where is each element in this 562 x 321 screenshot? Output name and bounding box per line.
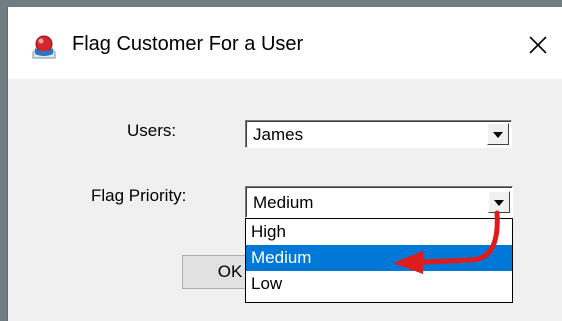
chevron-down-icon: [494, 200, 504, 206]
users-select-value: James: [253, 125, 304, 144]
window-title: Flag Customer For a User: [72, 33, 304, 55]
app-icon: [32, 35, 56, 59]
dropdown-option-low[interactable]: Low: [246, 271, 512, 297]
dropdown-option-medium[interactable]: Medium: [246, 245, 512, 271]
dropdown-option-high[interactable]: High: [246, 219, 512, 245]
close-icon: [529, 36, 547, 54]
users-dropdown-button[interactable]: [487, 123, 509, 145]
flag-priority-select-value: Medium: [253, 193, 314, 212]
chevron-down-icon: [493, 132, 503, 138]
users-select[interactable]: James: [245, 120, 512, 148]
close-button[interactable]: [518, 25, 558, 65]
flag-priority-dropdown-button[interactable]: [488, 191, 510, 213]
flag-priority-dropdown-list: High Medium Low: [245, 218, 513, 303]
flag-priority-select[interactable]: Medium: [245, 186, 513, 218]
dialog-window: Flag Customer For a User Users: James Fl…: [7, 7, 562, 321]
users-label: Users:: [127, 121, 177, 140]
title-bar: Flag Customer For a User: [8, 7, 562, 79]
flag-priority-label: Flag Priority:: [91, 186, 187, 205]
